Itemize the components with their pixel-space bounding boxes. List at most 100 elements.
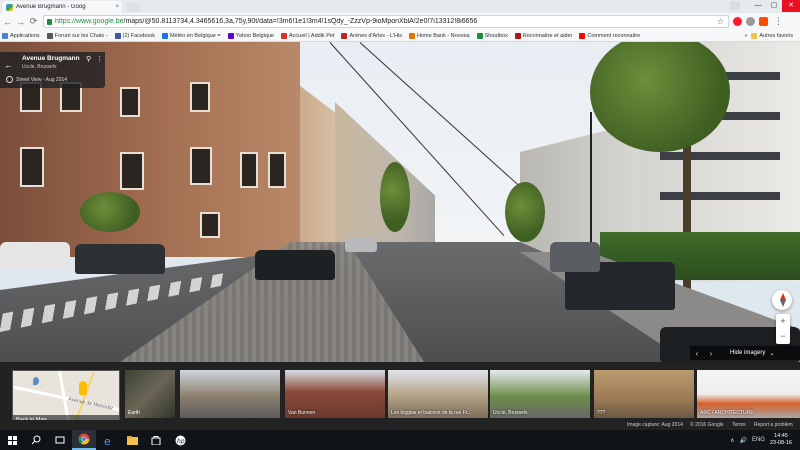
search-icon: [31, 435, 41, 445]
chrome-taskbar-button[interactable]: [72, 430, 96, 450]
zoom-in-button[interactable]: +: [776, 314, 790, 329]
back-arrow-icon[interactable]: ←: [4, 60, 13, 70]
minimize-button[interactable]: —: [750, 0, 766, 12]
search-button[interactable]: [24, 430, 48, 450]
bookmark-favicon-icon: [341, 32, 348, 39]
maximize-button[interactable]: ▢: [766, 0, 782, 12]
clock[interactable]: 14:45 23-08-16: [770, 433, 792, 447]
terms-link[interactable]: Terms: [732, 422, 746, 428]
volume-icon[interactable]: 🔊: [739, 437, 746, 444]
task-view-button[interactable]: [48, 430, 72, 450]
window: [20, 147, 44, 187]
bookmark-favicon-icon: [227, 32, 234, 39]
bookmark-favicon-icon: [476, 32, 483, 39]
folder-icon: [126, 435, 138, 445]
filmstrip-thumbnail[interactable]: Van Bunnen: [285, 370, 385, 418]
tab-close-icon[interactable]: ×: [115, 4, 119, 10]
language-indicator[interactable]: ENG: [752, 437, 765, 443]
tree: [380, 162, 410, 232]
bookmarks-overflow[interactable]: »: [744, 33, 747, 39]
bookmark-item[interactable]: Home Bank - Nouvea: [409, 32, 470, 39]
tree: [80, 192, 140, 232]
filmstrip-prev-button[interactable]: ‹: [690, 349, 704, 358]
clock-icon: [6, 76, 13, 83]
bookmarks-bar: Applications Forum sur les Chats - (2) Fac…: [0, 30, 800, 42]
extension-icon-2[interactable]: [759, 17, 768, 26]
filmstrip-thumbnail[interactable]: Les loggias et balcons de la rue Fr...: [388, 370, 488, 418]
bookmark-item[interactable]: Applications: [2, 32, 40, 39]
time-machine-button[interactable]: Street View - Aug 2014: [6, 76, 67, 83]
bookmark-label: Arènes d'Arles - L'His: [349, 32, 402, 39]
bookmark-label: Forum sur les Chats -: [54, 32, 108, 39]
chevron-down-icon[interactable]: ⌄: [769, 350, 774, 357]
bookmark-item[interactable]: (2) Facebook: [114, 32, 155, 39]
more-options-icon[interactable]: ⋮: [96, 55, 103, 63]
filmstrip-thumbnail[interactable]: [180, 370, 280, 418]
edge-taskbar-button[interactable]: e: [96, 430, 120, 450]
window: [120, 152, 144, 190]
file-explorer-button[interactable]: [120, 430, 144, 450]
start-button[interactable]: [0, 430, 24, 450]
window-controls: — ▢ ✕: [750, 0, 800, 12]
bookmark-favicon-icon: [514, 32, 521, 39]
browser-tab[interactable]: Avenue Brugmann - Goog ×: [2, 1, 122, 13]
bookmark-item[interactable]: Forum sur les Chats -: [46, 32, 108, 39]
opera-extension-icon[interactable]: [733, 17, 742, 26]
extension-icon[interactable]: [746, 17, 755, 26]
profile-button[interactable]: [730, 1, 740, 10]
bookmark-item[interactable]: Shoutbox: [476, 32, 508, 39]
street-view-panorama[interactable]: [0, 42, 800, 362]
svg-text:e: e: [104, 435, 111, 446]
report-problem-link[interactable]: Report a problem: [754, 422, 793, 428]
bookmark-label: Accueil | Addik Pet: [289, 32, 335, 39]
filmstrip-thumbnail[interactable]: Uccle, Brussels: [490, 370, 590, 418]
location-pin-icon[interactable]: ⚲: [86, 55, 91, 63]
bookmark-item[interactable]: Accueil | Addik Pet: [281, 32, 335, 39]
window: [120, 87, 140, 117]
bookmark-favicon-icon: [46, 32, 53, 39]
hide-imagery-button[interactable]: Hide imagery: [730, 350, 765, 356]
filmstrip-next-button[interactable]: ›: [704, 349, 718, 358]
pegman-icon[interactable]: [79, 381, 87, 395]
folder-icon: [751, 32, 758, 39]
store-button[interactable]: [144, 430, 168, 450]
minimap[interactable]: Avenue de Messidor Back to Map: [12, 370, 120, 426]
filmstrip-thumbnail[interactable]: ???: [594, 370, 694, 418]
new-tab-button[interactable]: [124, 3, 142, 12]
address-bar[interactable]: https://www.google.be/maps/@50.8113734,4…: [43, 15, 729, 28]
bookmark-item[interactable]: Arènes d'Arles - L'His: [341, 32, 402, 39]
tree: [505, 182, 545, 242]
close-window-button[interactable]: ✕: [782, 0, 800, 12]
back-button[interactable]: ←: [2, 17, 13, 27]
compass-icon[interactable]: [772, 290, 792, 310]
bookmark-favicon-icon: [579, 32, 586, 39]
bookmark-item[interactable]: Yahoo Belgique: [227, 32, 274, 39]
bookmark-star-icon[interactable]: ☆: [717, 17, 724, 26]
bookmark-label: Home Bank - Nouvea: [417, 32, 470, 39]
bookmark-item[interactable]: Reconnaitre et aider: [514, 32, 572, 39]
windows-taskbar: e hp ∧ 🔊 ENG 14:45 23-08-16: [0, 430, 800, 450]
window: [190, 82, 210, 112]
reload-button[interactable]: ⟳: [28, 16, 39, 27]
capture-date: Image capture: Aug 2014: [627, 422, 683, 428]
bookmark-item[interactable]: Météo en Belgique =: [161, 32, 221, 39]
bookmark-item[interactable]: Comment reconnaitre: [579, 32, 640, 39]
filmstrip-thumbnail[interactable]: ARC / ARCHITECTURE: [697, 370, 800, 418]
task-view-icon: [55, 436, 65, 444]
minimap-road-name: Avenue de Messidor: [67, 396, 114, 412]
zoom-control: + −: [776, 314, 790, 344]
thumbnail-label: Uccle, Brussels: [493, 410, 528, 416]
url-text: https://www.google.be/maps/@50.8113734,4…: [55, 18, 477, 25]
forward-button[interactable]: →: [15, 17, 26, 27]
bookmark-label: Météo en Belgique =: [169, 32, 221, 39]
bookmark-label: (2) Facebook: [122, 32, 155, 39]
chrome-menu-icon[interactable]: ⋮: [774, 16, 783, 27]
car: [75, 244, 165, 274]
hp-button[interactable]: hp: [168, 430, 192, 450]
earth-view-button[interactable]: Earth: [125, 370, 175, 418]
other-bookmarks[interactable]: Autres favoris: [751, 32, 793, 39]
bookmark-favicon-icon: [161, 32, 168, 39]
tray-expand-icon[interactable]: ∧: [730, 437, 734, 444]
zoom-out-button[interactable]: −: [776, 329, 790, 344]
window: [268, 152, 286, 188]
